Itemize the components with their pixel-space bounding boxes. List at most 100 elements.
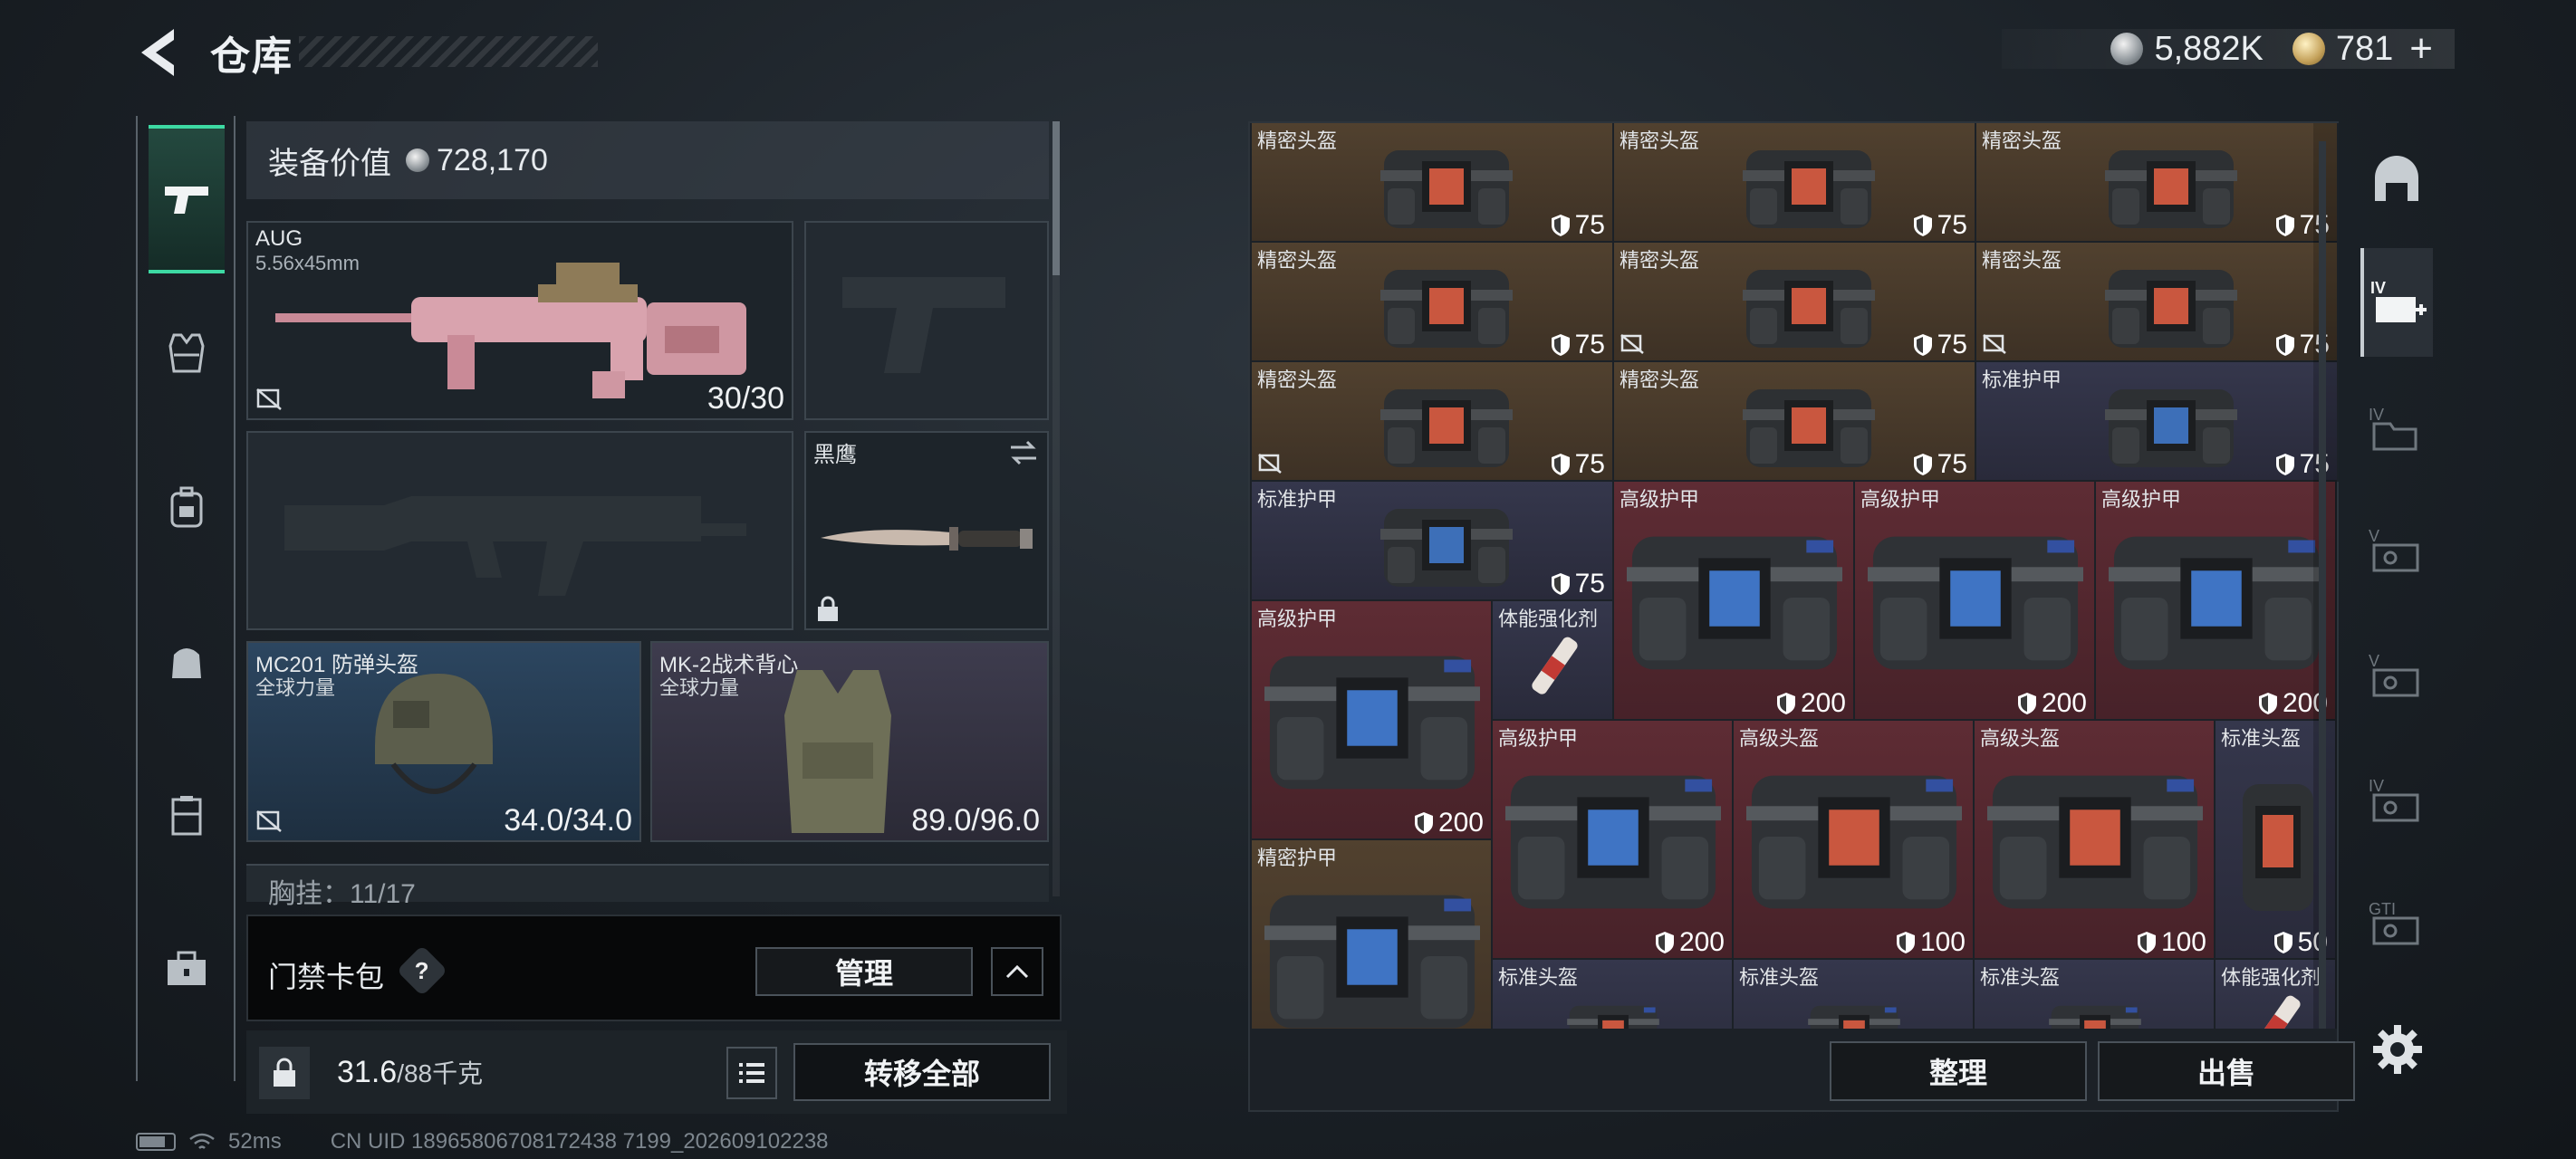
stash-scroll-thumb[interactable] [2319,141,2326,1029]
shield-icon [1551,334,1570,356]
weight-lock-icon [259,1047,310,1099]
stash-item[interactable]: 精密头盔 75 [1976,243,2339,362]
chest-rig-row[interactable]: 胸挂：11/17 [246,864,1049,909]
stash-item[interactable]: 精密头盔 75 [1614,362,1976,482]
tab-armor[interactable] [149,279,225,427]
equipment-bag-icon [1264,656,1480,790]
add-stash-tab[interactable]: IV [2360,248,2433,357]
tab-backpack[interactable] [149,433,225,581]
shield-icon [2017,693,2036,714]
stash-item[interactable]: 标准护甲 75 [1252,482,1614,601]
no-insure-icon [256,388,282,410]
equipment-value-bar: 装备价值 728,170 [246,121,1049,199]
stash-item[interactable]: 高级护甲 200 [1855,482,2096,721]
tab-toolbox[interactable] [149,895,225,1043]
help-icon[interactable]: ? [396,944,448,997]
sort-button[interactable]: 整理 [1830,1041,2087,1101]
stash-item[interactable]: 标准护甲 75 [1976,362,2339,482]
stash-item[interactable]: 精密头盔 75 [1252,362,1614,482]
stash-item-label: 高级头盔 [1980,727,2061,750]
chest-icon: V [2369,652,2419,697]
shield-icon [2275,215,2294,236]
back-arrow-icon [141,29,174,76]
pistol-silhouette-icon [842,277,1005,373]
chest-tab-3[interactable]: IV [2360,746,2433,855]
back-button[interactable] [134,25,185,80]
equipment-case-icon [1380,389,1513,467]
stash-item[interactable]: 高级护甲 200 [2096,482,2337,721]
shield-icon [2275,454,2294,475]
stash-item[interactable]: 精密头盔 75 [1614,243,1976,362]
secondary-weapon-slot[interactable] [246,431,793,630]
stash-item[interactable]: 高级头盔 100 [1975,721,2216,960]
primary-weapon-slot[interactable]: AUG 5.56x45mm 30/30 [246,221,793,420]
loadout-scroll-thumb[interactable] [1053,121,1060,275]
swap-icon[interactable] [1007,440,1040,465]
stash-item[interactable]: 精密头盔 75 [1252,243,1614,362]
stash-item[interactable]: 高级护甲 200 [1252,601,1493,840]
equipment-bag-icon [2049,1005,2141,1029]
manage-button[interactable]: 管理 [755,947,973,996]
durability-value: 75 [1937,210,1967,240]
stash-item-label: 精密头盔 [1257,249,1338,272]
expand-button[interactable] [991,947,1043,996]
stash-item-label: 高级护甲 [1620,488,1700,511]
stash-item[interactable]: 高级头盔 100 [1734,721,1975,960]
stash-item[interactable]: 精密头盔 75 [1252,123,1614,243]
stash-item-durability: 200 [1775,688,1846,719]
equipment-bag-icon [1627,536,1842,670]
list-view-button[interactable] [726,1047,777,1099]
stash-item[interactable]: 标准头盔 [1493,960,1734,1029]
stash-item-durability: 200 [1654,927,1725,958]
stash-item-label: 精密护甲 [1257,847,1338,869]
stash-item[interactable]: 精密头盔 75 [1976,123,2339,243]
svg-text:IV: IV [2369,777,2384,795]
chest-tab-2[interactable]: V [2360,621,2433,730]
chest-tab-4[interactable]: GTI [2360,869,2433,978]
helmet-tab[interactable] [2360,125,2433,234]
shield-icon [1776,693,1795,714]
stash-item-label: 精密头盔 [1620,249,1700,272]
add-currency-button[interactable]: + [2409,29,2433,69]
tab-weapons[interactable] [149,125,225,273]
stash-item[interactable]: 体能强化剂 [1493,601,1614,721]
transfer-all-button[interactable]: 转移全部 [793,1043,1051,1101]
folder-tab[interactable]: IV [2360,375,2433,484]
stash-item-label: 精密头盔 [1620,369,1700,391]
tab-pouch[interactable] [149,587,225,735]
durability-value: 75 [1574,449,1605,479]
chest-tab-1[interactable]: V [2360,496,2433,605]
stim-syringe-icon [1532,637,1578,694]
settings-gear-icon[interactable] [2369,1021,2426,1078]
stash-item-durability: 200 [2016,688,2087,719]
sell-button[interactable]: 出售 [2098,1041,2355,1101]
equipment-bag-icon [1987,775,2203,909]
svg-text:IV: IV [2370,279,2386,297]
shield-icon [2137,932,2156,953]
stash-item[interactable]: 精密护甲 [1252,840,1493,1029]
stash-item-label: 高级护甲 [1860,488,1941,511]
equipment-case-icon [1380,150,1513,228]
shield-icon [1896,932,1915,953]
stash-item-label: 精密头盔 [1982,249,2062,272]
svg-text:V: V [2369,527,2379,545]
equipment-case-icon [1743,389,1875,467]
stash-item[interactable]: 高级护甲 200 [1614,482,1855,721]
svg-text:GTI: GTI [2369,900,2396,918]
tab-container[interactable] [149,741,225,889]
stash-item[interactable]: 高级护甲 200 [1493,721,1734,960]
lock-icon [818,596,838,621]
stash-item[interactable]: 标准头盔 [1975,960,2216,1029]
armor-slot[interactable]: MK-2战术背心 全球力量 89.0/96.0 [650,641,1049,842]
melee-slot[interactable]: 黑鹰 [804,431,1049,630]
stash-item[interactable]: 标准头盔 [1734,960,1975,1029]
uid-text: CN UID 18965806708172438 7199_2026091022… [330,1129,829,1154]
helmet-slot[interactable]: MC201 防弹头盔 全球力量 34.0/34.0 [246,641,641,842]
stash-item-label: 标准头盔 [1498,966,1579,989]
no-insure-icon [1620,334,1644,354]
chest-icon: IV [2369,777,2419,822]
keycard-bar: 门禁卡包 ? 管理 [246,915,1062,1021]
stash-item[interactable]: 精密头盔 75 [1614,123,1976,243]
sidearm-slot[interactable] [804,221,1049,420]
helmet-image [375,674,493,794]
